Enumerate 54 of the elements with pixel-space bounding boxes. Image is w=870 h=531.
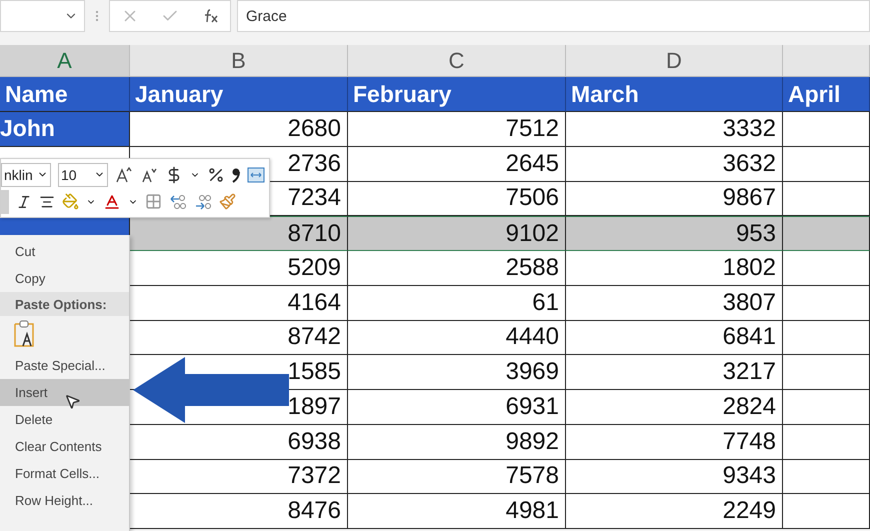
menu-section-header: Paste Options:: [0, 292, 129, 316]
font-dropdown[interactable]: nklin: [1, 162, 51, 186]
header-cell: Name: [0, 77, 130, 112]
table-cell: 953: [566, 216, 783, 251]
table-cell: 9892: [348, 424, 566, 460]
header-cell: April: [783, 77, 870, 112]
table-cell: 3807: [566, 286, 783, 320]
table-cell: 2824: [566, 390, 783, 425]
table-cell: 2680: [130, 112, 348, 147]
formula-field[interactable]: Grace: [237, 0, 870, 32]
table-cell: 9102: [348, 216, 566, 251]
table-cell: 9867: [566, 182, 783, 216]
table-cell: 8710: [130, 216, 348, 251]
table-cell: 8742: [130, 320, 348, 356]
column-header[interactable]: A: [0, 45, 130, 77]
table-cell: 5209: [130, 251, 348, 286]
column-header[interactable]: C: [348, 45, 566, 77]
table-cell: 2588: [348, 251, 566, 286]
menu-item[interactable]: Insert: [0, 379, 129, 406]
table-cell: 7512: [348, 112, 566, 147]
table-cell: 4164: [130, 286, 348, 320]
font-size-dropdown[interactable]: 10: [58, 162, 108, 186]
table-cell: 7748: [566, 424, 783, 460]
table-cell: 3632: [566, 146, 783, 182]
table-cell: 9343: [566, 460, 783, 494]
table-cell: 1802: [566, 251, 783, 286]
table-cell: 3969: [348, 355, 566, 390]
table-cell: 2645: [348, 146, 566, 182]
menu-item[interactable]: Row Height...: [0, 487, 129, 514]
menu-item[interactable]: Delete: [0, 406, 129, 433]
table-cell: 7506: [348, 182, 566, 216]
table-cell: 3217: [566, 355, 783, 390]
table-cell: 2249: [566, 494, 783, 529]
table-cell: 61: [348, 286, 566, 320]
table-cell: 7372: [130, 460, 348, 494]
table-cell: 4440: [348, 320, 566, 356]
table-cell: 6938: [130, 424, 348, 460]
header-cell: March: [566, 77, 783, 112]
table-cell: 8476: [130, 494, 348, 529]
name-cell: John: [0, 112, 130, 147]
column-header[interactable]: B: [130, 45, 348, 77]
table-cell: 7578: [348, 460, 566, 494]
menu-item[interactable]: Cut: [0, 238, 129, 265]
table-cell: 6931: [348, 390, 566, 425]
column-header[interactable]: D: [566, 45, 783, 77]
header-cell: February: [348, 77, 566, 112]
header-cell: January: [130, 77, 348, 112]
table-cell: 3332: [566, 112, 783, 147]
menu-item[interactable]: Paste Special...: [0, 352, 129, 379]
menu-item[interactable]: Copy: [0, 265, 129, 292]
table-cell: 6841: [566, 320, 783, 356]
menu-item[interactable]: Format Cells...: [0, 460, 129, 487]
table-cell: 4981: [348, 494, 566, 529]
menu-item[interactable]: Clear Contents: [0, 433, 129, 460]
